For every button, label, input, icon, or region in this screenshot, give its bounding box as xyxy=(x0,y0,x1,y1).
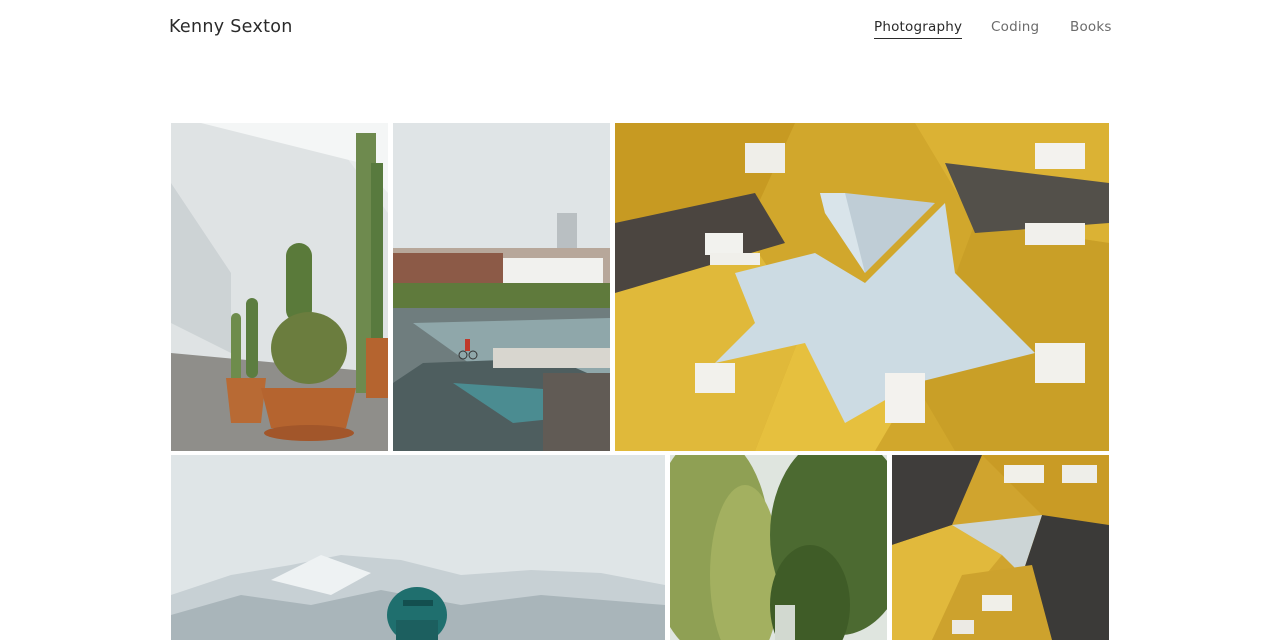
photo-rooftop[interactable] xyxy=(393,123,610,451)
photo-cactus[interactable] xyxy=(171,123,388,451)
photo-willow-trees[interactable] xyxy=(670,455,887,640)
photo-cube-houses[interactable] xyxy=(892,455,1109,640)
photo-mountains[interactable] xyxy=(171,455,665,640)
photo-cube-houses-sky[interactable] xyxy=(615,123,1109,451)
photo-gallery xyxy=(0,0,1280,640)
